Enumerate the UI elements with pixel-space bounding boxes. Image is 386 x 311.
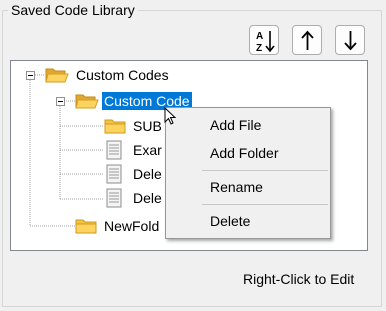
- collapse-custom-code-toggle[interactable]: [56, 97, 65, 106]
- arrow-up-icon: [301, 30, 314, 50]
- menu-separator: [202, 170, 328, 171]
- folder-open-icon: [45, 68, 69, 83]
- context-menu: Add File Add Folder Rename Delete: [165, 107, 331, 239]
- folder-icon: [104, 119, 126, 134]
- tree-node-new-folder[interactable]: NewFold: [102, 217, 161, 235]
- document-icon: [106, 164, 122, 184]
- collapse-custom-codes-toggle[interactable]: [26, 71, 35, 80]
- sort-az-button[interactable]: A Z: [249, 25, 279, 55]
- move-down-button[interactable]: [335, 25, 365, 55]
- tree-node-delete-2[interactable]: Dele: [131, 189, 164, 207]
- sort-az-icon: A Z: [256, 31, 275, 54]
- tree-node-sub[interactable]: SUB: [131, 117, 164, 135]
- document-icon: [106, 188, 122, 208]
- tree-node-custom-codes[interactable]: Custom Codes: [74, 66, 171, 84]
- menu-separator: [202, 204, 328, 205]
- menu-item-add-file[interactable]: Add File: [167, 114, 329, 136]
- move-up-button[interactable]: [292, 25, 322, 55]
- tree-node-example[interactable]: Exar: [131, 141, 164, 159]
- menu-item-add-folder[interactable]: Add Folder: [167, 142, 329, 164]
- tree-node-delete-1[interactable]: Dele: [131, 165, 164, 183]
- mouse-cursor-icon: [164, 107, 177, 125]
- arrow-down-icon: [344, 31, 357, 51]
- folder-open-icon: [75, 94, 99, 109]
- folder-icon: [75, 219, 97, 234]
- group-title: Saved Code Library: [8, 2, 138, 18]
- edit-hint: Right-Click to Edit: [243, 271, 355, 287]
- document-icon: [106, 140, 122, 160]
- menu-item-rename[interactable]: Rename: [167, 176, 329, 198]
- sort-az-top-letter: A: [256, 31, 263, 42]
- sort-az-bottom-letter: Z: [256, 43, 262, 54]
- menu-item-delete[interactable]: Delete: [167, 210, 329, 232]
